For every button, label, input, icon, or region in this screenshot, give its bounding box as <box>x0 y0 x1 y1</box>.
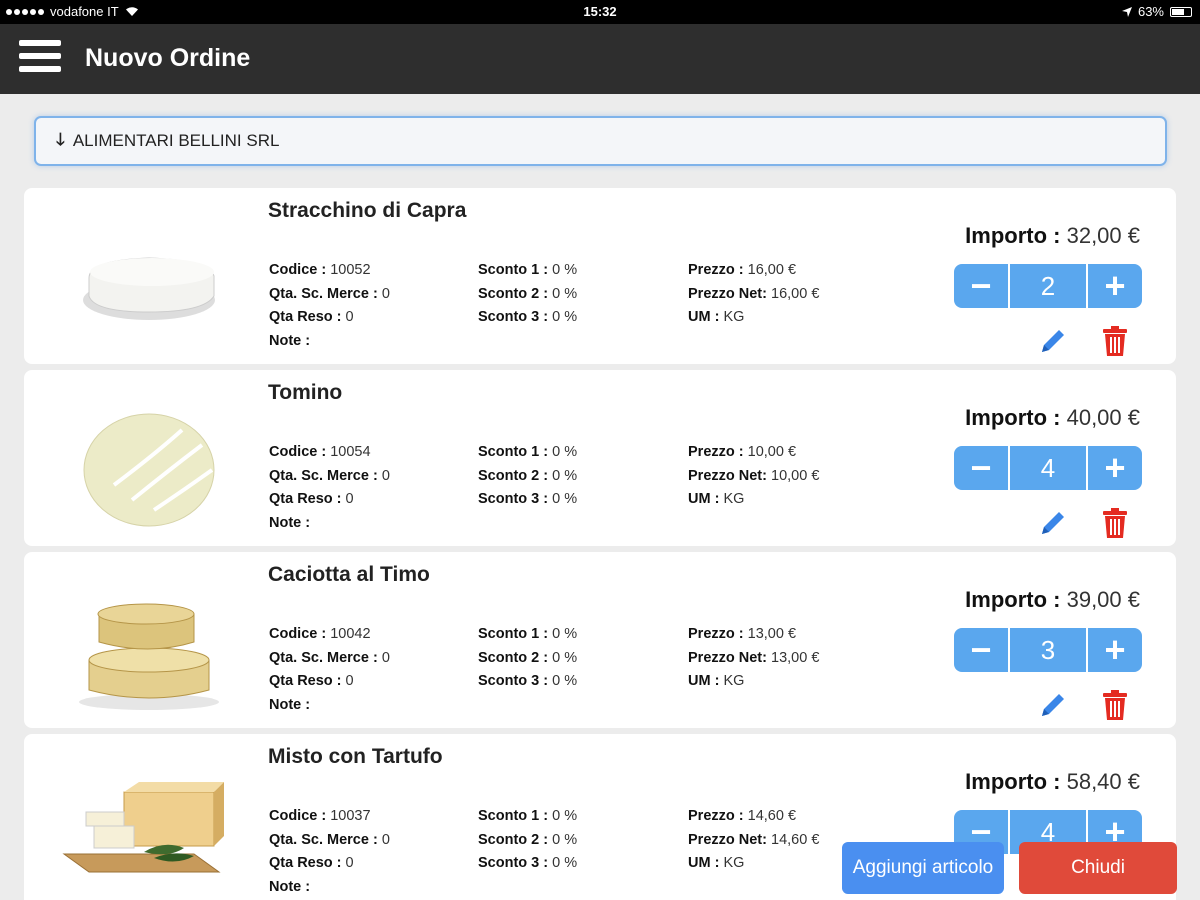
product-details-col1: Codice : 10042 Qta. Sc. Merce : 0 Qta Re… <box>269 626 390 713</box>
customer-name: ALIMENTARI BELLINI SRL <box>72 131 280 150</box>
product-sconto2: 0 % <box>552 285 578 302</box>
product-importo: Importo : 58,40 € <box>965 769 1140 794</box>
quantity-stepper: − 2 + <box>954 264 1144 308</box>
quantity-stepper: − 3 + <box>954 628 1144 672</box>
product-image <box>83 413 215 527</box>
product-um: KG <box>723 855 745 871</box>
product-details-col1: Codice : 10054 Qta. Sc. Merce : 0 Qta Re… <box>269 444 390 531</box>
product-prezzo-net: 13,00 € <box>771 649 820 666</box>
product-um: KG <box>723 673 745 689</box>
decrement-button[interactable]: − <box>954 628 1008 672</box>
product-sconto1: 0 % <box>552 444 578 460</box>
product-details-col1: Codice : 10037 Qta. Sc. Merce : 0 Qta Re… <box>269 808 390 895</box>
status-time: 15:32 <box>583 4 617 19</box>
increment-button[interactable]: + <box>1088 446 1142 490</box>
product-name: Caciotta al Timo <box>268 563 430 586</box>
status-right: 63% <box>1121 4 1192 19</box>
add-article-button[interactable]: Aggiungi articolo <box>842 842 1004 894</box>
product-details-col3: Prezzo : 14,60 € Prezzo Net: 14,60 € UM … <box>688 808 820 871</box>
product-prezzo-net: 14,60 € <box>771 831 820 848</box>
battery-icon <box>1170 6 1192 17</box>
product-prezzo-net: 10,00 € <box>771 467 820 484</box>
product-prezzo: 14,60 € <box>747 808 797 824</box>
status-bar: vodafone IT 15:32 63% <box>0 0 1200 24</box>
product-image <box>62 782 224 873</box>
product-sconto2: 0 % <box>552 467 578 484</box>
quantity-value: 3 <box>1010 628 1086 672</box>
arrow-down-icon: 🡓 <box>56 129 65 149</box>
trash-delete-icon[interactable] <box>1100 506 1130 540</box>
top-bar: Nuovo Ordine <box>0 24 1200 94</box>
product-name: Tomino <box>268 381 343 404</box>
product-details-col2: Sconto 1 : 0 % Sconto 2 : 0 % Sconto 3 :… <box>478 808 578 871</box>
trash-delete-icon[interactable] <box>1100 324 1130 358</box>
product-importo: Importo : 32,00 € <box>965 223 1140 248</box>
product-codice: 10042 <box>330 626 371 642</box>
increment-button[interactable]: + <box>1088 264 1142 308</box>
product-sconto3: 0 % <box>552 491 578 507</box>
product-details-col1: Codice : 10052 Qta. Sc. Merce : 0 Qta Re… <box>269 262 390 349</box>
product-image <box>79 603 219 710</box>
product-details-col2: Sconto 1 : 0 % Sconto 2 : 0 % Sconto 3 :… <box>478 626 578 689</box>
increment-button[interactable]: + <box>1088 628 1142 672</box>
product-card: Stracchino di Capra Codice : 10052 Qta. … <box>24 188 1176 364</box>
product-importo: Importo : 39,00 € <box>965 587 1140 612</box>
product-sconto2: 0 % <box>552 649 578 666</box>
product-prezzo-net: 16,00 € <box>771 285 820 302</box>
product-sconto3: 0 % <box>552 673 578 689</box>
product-prezzo: 10,00 € <box>747 444 797 460</box>
product-um: KG <box>723 491 745 507</box>
product-qta-reso: 0 <box>345 491 354 507</box>
product-qta-sc-merce: 0 <box>381 285 390 302</box>
product-qta-sc-merce: 0 <box>381 649 390 666</box>
product-card: Tomino Codice : 10054 Qta. Sc. Merce : 0… <box>24 370 1176 546</box>
pencil-edit-icon[interactable] <box>1036 688 1070 722</box>
trash-delete-icon[interactable] <box>1100 688 1130 722</box>
product-prezzo: 13,00 € <box>747 626 797 642</box>
product-codice: 10052 <box>330 262 371 278</box>
product-details-col3: Prezzo : 16,00 € Prezzo Net: 16,00 € UM … <box>688 262 820 325</box>
decrement-button[interactable]: − <box>954 446 1008 490</box>
product-image <box>83 257 215 320</box>
close-button[interactable]: Chiudi <box>1019 842 1177 894</box>
product-sconto1: 0 % <box>552 262 578 278</box>
product-um: KG <box>723 309 745 325</box>
product-qta-reso: 0 <box>345 855 354 871</box>
battery-percent: 63% <box>1137 4 1164 19</box>
pencil-edit-icon[interactable] <box>1036 506 1070 540</box>
product-card: Caciotta al Timo Codice : 10042 Qta. Sc.… <box>24 552 1176 728</box>
product-name: Misto con Tartufo <box>268 745 443 768</box>
product-details-col2: Sconto 1 : 0 % Sconto 2 : 0 % Sconto 3 :… <box>478 262 578 325</box>
product-sconto2: 0 % <box>552 831 578 848</box>
customer-selector[interactable]: 🡓 ALIMENTARI BELLINI SRL <box>34 116 1167 166</box>
quantity-value: 2 <box>1010 264 1086 308</box>
product-sconto1: 0 % <box>552 626 578 642</box>
hamburger-menu-icon[interactable] <box>19 40 61 76</box>
product-importo: Importo : 40,00 € <box>965 405 1140 430</box>
product-details-col3: Prezzo : 10,00 € Prezzo Net: 10,00 € UM … <box>688 444 820 507</box>
product-name: Stracchino di Capra <box>268 199 467 222</box>
product-details-col3: Prezzo : 13,00 € Prezzo Net: 13,00 € UM … <box>688 626 820 689</box>
product-details-col2: Sconto 1 : 0 % Sconto 2 : 0 % Sconto 3 :… <box>478 444 578 507</box>
product-prezzo: 16,00 € <box>747 262 797 278</box>
product-list: Stracchino di Capra Codice : 10052 Qta. … <box>24 188 1176 900</box>
decrement-button[interactable]: − <box>954 264 1008 308</box>
product-codice: 10054 <box>330 444 371 460</box>
product-qta-sc-merce: 0 <box>381 831 390 848</box>
product-sconto3: 0 % <box>552 855 578 871</box>
product-qta-reso: 0 <box>345 673 354 689</box>
product-sconto3: 0 % <box>552 309 578 325</box>
product-qta-sc-merce: 0 <box>381 467 390 484</box>
location-arrow-icon <box>1121 6 1132 17</box>
quantity-stepper: − 4 + <box>954 446 1144 490</box>
page-title: Nuovo Ordine <box>85 44 251 72</box>
quantity-value: 4 <box>1010 446 1086 490</box>
pencil-edit-icon[interactable] <box>1036 324 1070 358</box>
product-sconto1: 0 % <box>552 808 578 824</box>
product-codice: 10037 <box>330 808 371 824</box>
product-qta-reso: 0 <box>345 309 354 325</box>
